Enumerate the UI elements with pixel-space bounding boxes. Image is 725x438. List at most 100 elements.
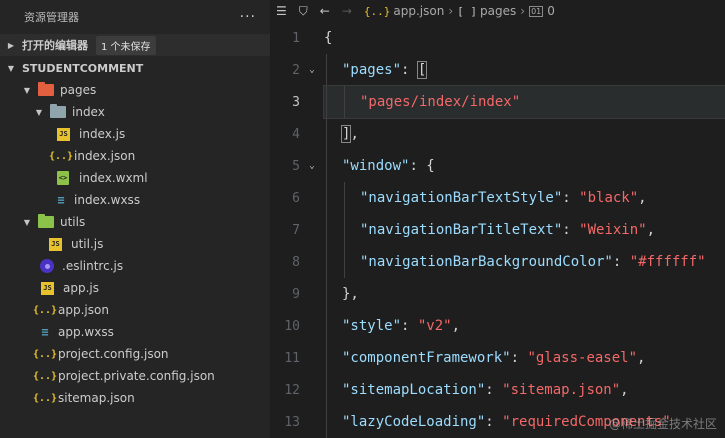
json-string: "v2": [417, 318, 452, 334]
breadcrumb-separator-icon: ›: [520, 4, 526, 18]
code-line[interactable]: 3 "pages/index/index": [270, 85, 725, 119]
code-line[interactable]: 4],: [270, 118, 725, 150]
tree-item-app-json[interactable]: {..} app.json: [0, 299, 270, 321]
json-string: "Weixin": [579, 222, 647, 238]
breadcrumb-index[interactable]: 0: [547, 4, 555, 18]
watermark: @稀土掘金技术社区: [608, 417, 717, 431]
json-file-icon: {..}: [32, 392, 58, 404]
project-label: STUDENTCOMMENT: [22, 61, 144, 75]
json-punctuation: ,: [638, 190, 647, 206]
tree-item-project-config[interactable]: {..} project.config.json: [0, 343, 270, 365]
breadcrumb: ☰ ⛉ ← → {..} app.json › [ ] pages › 01 0: [270, 0, 725, 22]
indent-guide: [326, 246, 327, 278]
json-punctuation: : {: [409, 158, 435, 174]
tree-item-util-js[interactable]: JS util.js: [0, 233, 270, 255]
indent-guide: [326, 374, 327, 406]
line-number: 13: [284, 414, 300, 430]
fold-chevron-icon[interactable]: ⌄: [300, 65, 324, 75]
tree-item-label: .eslintrc.js: [62, 259, 124, 273]
tree-item-app-js[interactable]: JS app.js: [0, 277, 270, 299]
code-content: "pages/index/index": [323, 85, 725, 119]
tree-item-index-wxss[interactable]: ≡ index.wxss: [0, 189, 270, 211]
code-line[interactable]: 9},: [270, 278, 725, 310]
code-line[interactable]: 10 "style": "v2",: [270, 310, 725, 342]
json-punctuation: :: [401, 62, 418, 78]
code-line[interactable]: 1{: [270, 22, 725, 54]
json-file-icon: {..}: [363, 4, 391, 18]
line-number: 6: [292, 190, 300, 206]
json-file-icon: {..}: [48, 150, 74, 162]
bookmark-icon[interactable]: ⛉: [299, 4, 308, 19]
json-key: "navigationBarBackgroundColor": [360, 254, 613, 270]
json-punctuation: [: [416, 61, 428, 79]
json-string: "glass-easel": [527, 350, 638, 366]
code-content: "window": {: [324, 150, 725, 182]
tree-item-utils[interactable]: ▼ utils: [0, 211, 270, 233]
indent-guide: [326, 86, 327, 118]
line-number: 9: [292, 286, 300, 302]
indent-guide: [326, 278, 327, 310]
json-punctuation: ,: [637, 350, 646, 366]
folder-icon: [50, 104, 66, 118]
code-line[interactable]: 5 ⌄ "window": {: [270, 150, 725, 182]
folder-icon: [38, 82, 54, 96]
tree-item-app-wxss[interactable]: ≡ app.wxss: [0, 321, 270, 343]
tree-item-label: index.js: [79, 127, 126, 141]
json-punctuation: :: [562, 222, 580, 238]
tree-item-sitemap[interactable]: {..} sitemap.json: [0, 387, 270, 409]
code-content: "pages": [: [324, 54, 725, 86]
fold-chevron-icon[interactable]: ⌄: [300, 161, 324, 171]
breadcrumb-separator-icon: ›: [448, 4, 454, 18]
code-line[interactable]: 12 "sitemapLocation": "sitemap.json",: [270, 374, 725, 406]
code-content: "style": "v2",: [324, 310, 725, 342]
line-number: 8: [292, 254, 300, 270]
tree-item-pages[interactable]: ▼ pages: [0, 79, 270, 101]
tree-item-project-private-config[interactable]: {..} project.private.config.json: [0, 365, 270, 387]
tree-item-label: app.json: [58, 303, 109, 317]
tree-item-label: project.config.json: [58, 347, 169, 361]
code-editor[interactable]: ☰ ⛉ ← → {..} app.json › [ ] pages › 01 0…: [270, 0, 725, 438]
code-line[interactable]: 2 ⌄ "pages": [: [270, 54, 725, 86]
tree-item-index-js[interactable]: JS index.js: [0, 123, 270, 145]
tree-item-index-folder[interactable]: ▼ index: [0, 101, 270, 123]
line-number: 12: [284, 382, 300, 398]
json-string: "sitemap.json": [502, 382, 621, 398]
code-content: "sitemapLocation": "sitemap.json",: [324, 374, 725, 406]
code-lines[interactable]: 1{2 ⌄ "pages": [3 "pages/index/index" 4], 5 ⌄ "…: [270, 22, 725, 438]
indent-guide: [326, 150, 327, 182]
more-actions-icon[interactable]: ···: [240, 9, 256, 25]
json-punctuation: :: [485, 382, 503, 398]
json-punctuation: {: [324, 30, 333, 46]
code-content: "navigationBarTextStyle": "black",: [324, 182, 725, 214]
json-key: "style": [342, 318, 402, 334]
tree-item-eslintrc[interactable]: .eslintrc.js: [0, 255, 270, 277]
folder-icon: [38, 214, 54, 228]
code-line[interactable]: 11 "componentFramework": "glass-easel",: [270, 342, 725, 374]
forward-arrow-icon[interactable]: →: [342, 4, 352, 18]
breadcrumb-key[interactable]: pages: [480, 4, 516, 18]
json-string: "#ffffff": [629, 254, 706, 270]
code-content: },: [324, 278, 725, 310]
json-punctuation: },: [342, 286, 359, 302]
chevron-down-icon: ▼: [7, 63, 15, 73]
code-line[interactable]: 8 "navigationBarBackgroundColor": "#fffff…: [270, 246, 725, 278]
open-editors-section[interactable]: ▶ 打开的编辑器 1 个未保存: [0, 34, 270, 56]
json-file-icon: {..}: [32, 370, 58, 382]
json-key: "lazyCodeLoading": [342, 414, 486, 430]
back-arrow-icon[interactable]: ←: [320, 4, 330, 18]
line-number: 7: [292, 222, 300, 238]
code-content: "componentFramework": "glass-easel",: [324, 342, 725, 374]
list-icon[interactable]: ☰: [276, 4, 287, 18]
tree-item-label: project.private.config.json: [58, 369, 215, 383]
project-section[interactable]: ▼ STUDENTCOMMENT: [0, 57, 270, 79]
code-line[interactable]: 7 "navigationBarTitleText": "Weixin",: [270, 214, 725, 246]
code-line[interactable]: 6 "navigationBarTextStyle": "black",: [270, 182, 725, 214]
css-file-icon: ≡: [41, 325, 49, 339]
breadcrumb-file[interactable]: app.json: [393, 4, 444, 18]
indent-guide: [326, 214, 327, 246]
line-number: 1: [292, 30, 300, 46]
json-key: "pages": [342, 62, 402, 78]
indent-guide: [344, 214, 345, 246]
tree-item-index-json[interactable]: {..} index.json: [0, 145, 270, 167]
tree-item-index-wxml[interactable]: <> index.wxml: [0, 167, 270, 189]
